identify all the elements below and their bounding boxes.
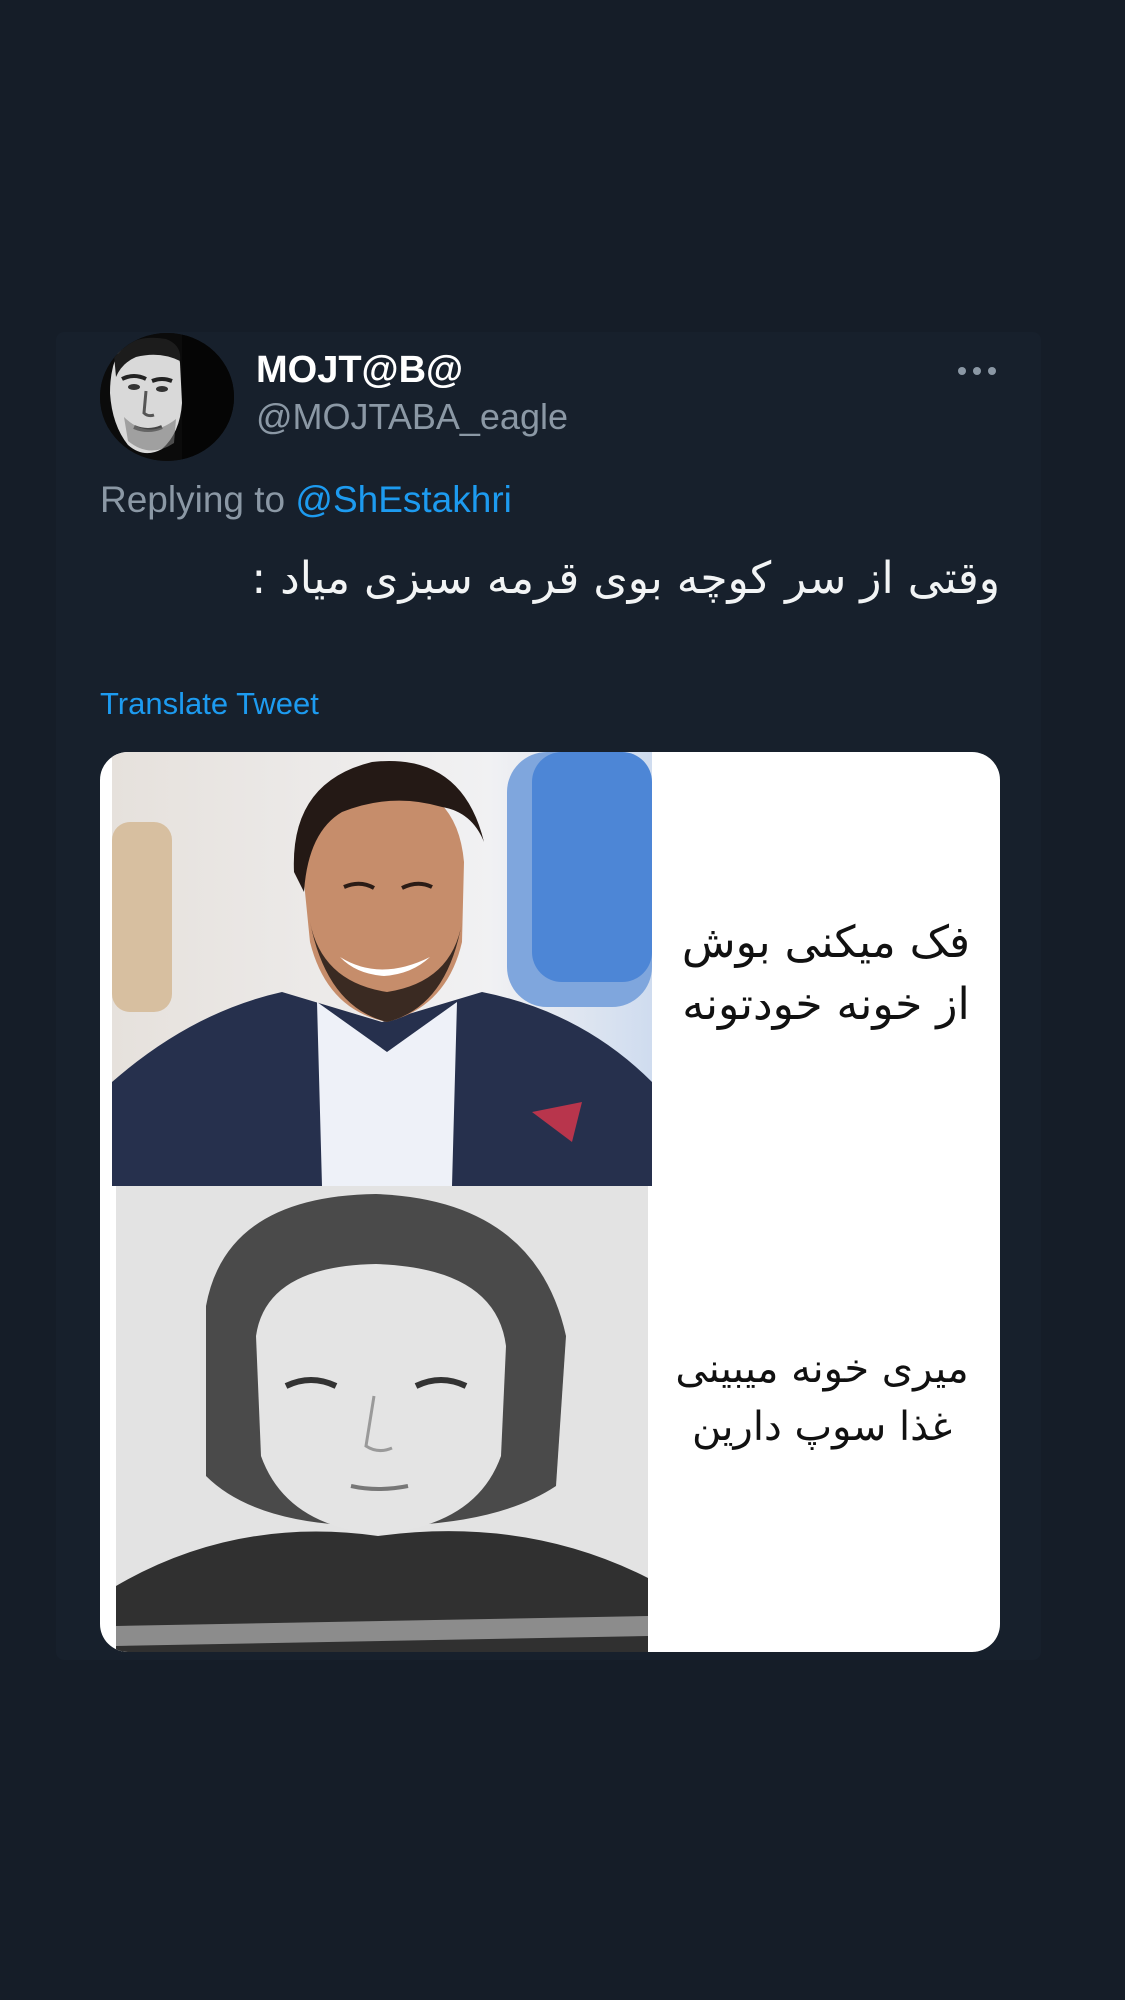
tweet-text: وقتی از سر کوچه بوی قرمه سبزی میاد : [251, 553, 1000, 604]
child-photo [116, 1186, 648, 1652]
caption-top-line-2: از خونه خودتونه [682, 979, 970, 1030]
meme-caption-top: فک میکنی بوش از خونه خودتونه [658, 912, 994, 1036]
user-handle[interactable]: @MOJTABA_eagle [256, 395, 568, 439]
avatar-portrait [100, 333, 234, 461]
caption-bottom-line-2: غذا سوپ دارین [691, 1404, 953, 1450]
replying-to-label: Replying to [100, 479, 286, 520]
meme-caption-bottom: میری خونه میبینی غذا سوپ دارین [652, 1340, 992, 1456]
translate-tweet-link[interactable]: Translate Tweet [100, 684, 319, 724]
replying-to-line: Replying to @ShEstakhri [100, 478, 512, 522]
caption-bottom-line-1: میری خونه میبینی [675, 1346, 969, 1392]
avatar[interactable] [100, 333, 234, 461]
replying-to-username-link[interactable]: @ShEstakhri [295, 479, 511, 520]
adult-man-photo [112, 752, 652, 1186]
more-options-button[interactable] [950, 354, 1004, 388]
more-horizontal-icon [958, 367, 996, 375]
caption-top-line-1: فک میکنی بوش [681, 917, 971, 968]
tweet-media-image[interactable]: فک میکنی بوش از خونه خودتونه میری خونه م… [100, 752, 1000, 1652]
display-name[interactable]: MOJT@B@ [256, 348, 463, 392]
